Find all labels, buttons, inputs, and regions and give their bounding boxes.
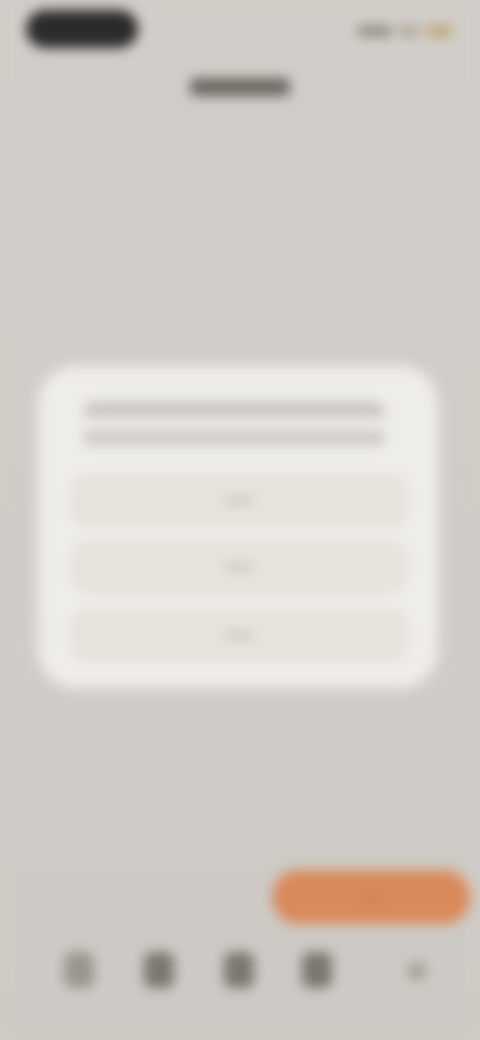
bottom-navigation: [0, 940, 480, 1010]
dialog-button-1[interactable]: [70, 474, 408, 528]
page-title: [190, 78, 290, 96]
tab-3-icon[interactable]: [224, 952, 254, 988]
tab-2-icon[interactable]: [144, 952, 174, 988]
tab-5-icon[interactable]: [408, 962, 426, 980]
wifi-icon: [400, 26, 418, 36]
dialog: [40, 368, 436, 686]
dialog-message: [84, 402, 384, 458]
status-icons: [356, 24, 452, 38]
status-pill: [26, 10, 138, 48]
dialog-button-2[interactable]: [70, 540, 408, 594]
primary-action-label: [359, 895, 383, 899]
tab-4-icon[interactable]: [302, 952, 332, 988]
primary-action-button[interactable]: [272, 870, 470, 924]
home-icon[interactable]: [64, 952, 94, 988]
dialog-button-2-label: [225, 565, 253, 569]
dialog-button-1-label: [225, 499, 253, 503]
battery-icon: [426, 26, 452, 36]
app-screen: [0, 0, 480, 1040]
dialog-button-3[interactable]: [70, 608, 408, 662]
dialog-button-3-label: [225, 633, 253, 637]
signal-icon: [358, 26, 392, 36]
